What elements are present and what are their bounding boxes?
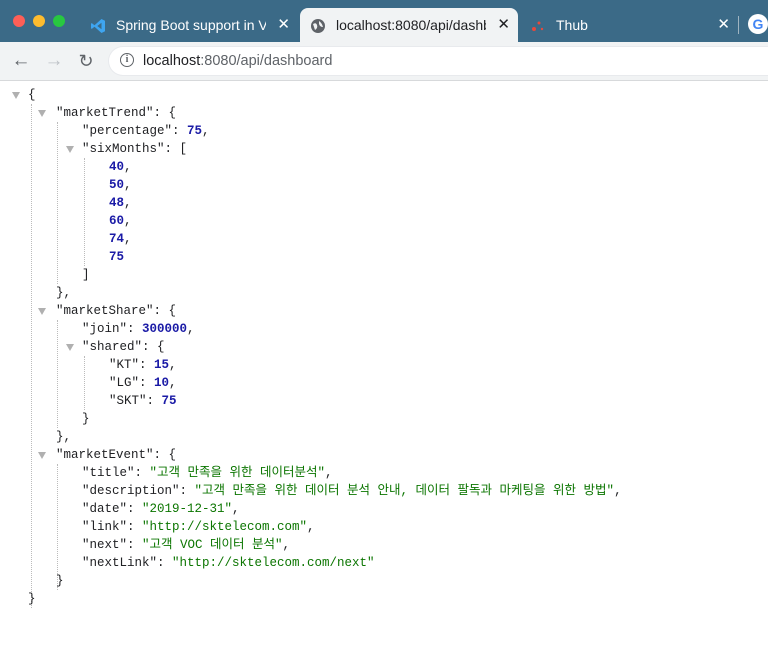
- tab-divider: [738, 16, 739, 34]
- json-line: "SKT": 75: [109, 394, 177, 408]
- close-tab-icon[interactable]: ✕: [277, 8, 290, 42]
- json-line: 75: [109, 250, 125, 264]
- json-line: 74,: [109, 232, 132, 246]
- json-line: }: [56, 574, 64, 588]
- json-line: ]: [82, 268, 90, 282]
- json-line: 60,: [109, 214, 132, 228]
- tab-spring-boot[interactable]: Spring Boot support in Visual Studio Cod…: [80, 8, 298, 42]
- guide-line: [31, 104, 32, 608]
- minimize-window-button[interactable]: [33, 15, 45, 27]
- address-bar[interactable]: i localhost:8080/api/dashboard: [108, 46, 768, 76]
- json-line: "marketTrend": {: [56, 106, 177, 120]
- json-line: {: [28, 88, 36, 102]
- json-line: "next": "고객 VOC 데이터 분석",: [82, 538, 291, 552]
- json-line: "shared": {: [82, 340, 165, 354]
- collapse-shared-toggle[interactable]: [66, 344, 74, 351]
- tab-dashboard-api[interactable]: localhost:8080/api/dashboard ✕: [300, 8, 518, 42]
- json-line: "date": "2019-12-31",: [82, 502, 240, 516]
- guide-line: [57, 320, 58, 428]
- json-line: "marketEvent": {: [56, 448, 177, 462]
- close-tab-icon[interactable]: ✕: [717, 8, 730, 42]
- back-arrow-icon[interactable]: ←: [11, 51, 31, 71]
- guide-line: [57, 122, 58, 284]
- json-line: 48,: [109, 196, 132, 210]
- close-tab-icon[interactable]: ✕: [497, 8, 510, 42]
- close-window-button[interactable]: [13, 15, 25, 27]
- guide-line: [84, 158, 85, 266]
- tab-title: Spring Boot support in Visual Studio Cod…: [116, 17, 266, 33]
- collapse-markettrend-toggle[interactable]: [38, 110, 46, 117]
- guide-line: [84, 356, 85, 410]
- collapse-marketshare-toggle[interactable]: [38, 308, 46, 315]
- tab-title: localhost:8080/api/dashboard: [336, 17, 486, 33]
- json-line: "percentage": 75,: [82, 124, 210, 138]
- url-text[interactable]: localhost:8080/api/dashboard: [143, 47, 332, 75]
- reload-icon[interactable]: ↻: [76, 51, 96, 71]
- json-line: "description": "고객 만족을 위한 데이터 분석 안내, 데이터…: [82, 484, 622, 498]
- maximize-window-button[interactable]: [53, 15, 65, 27]
- collapse-marketevent-toggle[interactable]: [38, 452, 46, 459]
- url-host: localhost: [143, 53, 201, 69]
- json-line: }: [82, 412, 90, 426]
- forward-arrow-icon[interactable]: →: [44, 51, 64, 71]
- url-path: :8080/api/dashboard: [200, 53, 333, 69]
- tab-title: Thub: [556, 17, 588, 33]
- json-line: "join": 300000,: [82, 322, 195, 336]
- tab-bar: Spring Boot support in Visual Studio Cod…: [0, 0, 768, 42]
- json-line: "sixMonths": [: [82, 142, 188, 156]
- collapse-sixmonths-toggle[interactable]: [66, 146, 74, 153]
- json-line: "marketShare": {: [56, 304, 177, 318]
- google-icon[interactable]: G: [748, 14, 768, 34]
- vscode-icon: [91, 19, 105, 33]
- thub-icon: [532, 21, 544, 31]
- json-line: 50,: [109, 178, 132, 192]
- tab-thub[interactable]: Thub ✕: [520, 8, 738, 42]
- json-line: "nextLink": "http://sktelecom.com/next": [82, 556, 375, 570]
- collapse-root-toggle[interactable]: [12, 92, 20, 99]
- json-line: },: [56, 286, 72, 300]
- json-line: },: [56, 430, 72, 444]
- json-viewer: { "marketTrend": { "percentage": 75, "si…: [0, 80, 768, 648]
- json-line: "KT": 15,: [109, 358, 177, 372]
- json-line: 40,: [109, 160, 132, 174]
- info-icon[interactable]: i: [120, 53, 134, 67]
- json-line: }: [28, 592, 36, 606]
- browser-toolbar: ← → ↻ i localhost:8080/api/dashboard: [0, 42, 768, 81]
- json-line: "LG": 10,: [109, 376, 177, 390]
- json-line: "link": "http://sktelecom.com",: [82, 520, 315, 534]
- json-line: "title": "고객 만족을 위한 데이터분석",: [82, 466, 333, 480]
- globe-icon: [311, 19, 325, 33]
